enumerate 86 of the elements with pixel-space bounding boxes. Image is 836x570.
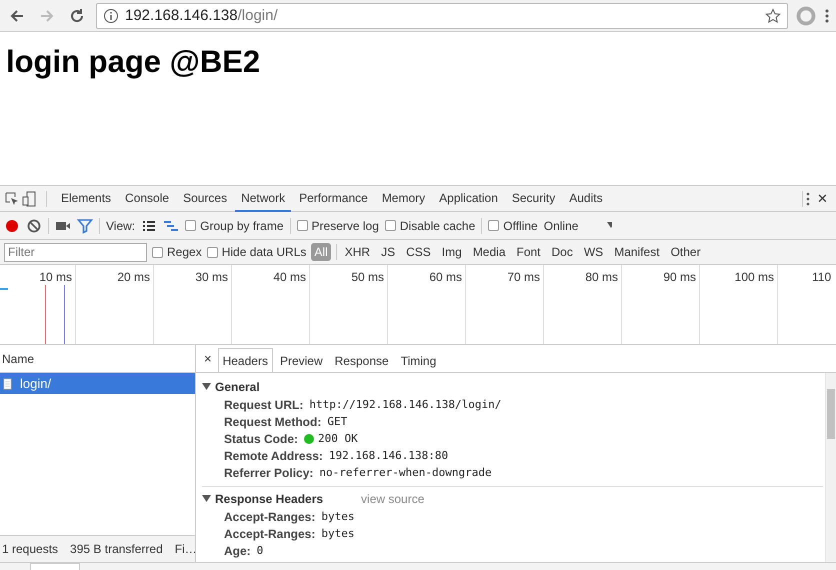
header-value: bytes: [321, 527, 354, 540]
timeline-tick: 70 ms: [507, 270, 540, 284]
detail-tab[interactable]: Response: [330, 348, 394, 372]
header-name: Request URL:: [224, 398, 304, 412]
header-name: Remote Address:: [224, 448, 323, 462]
reload-icon: [69, 8, 85, 24]
caret-icon: [202, 382, 211, 391]
timeline-tick: 110: [812, 270, 832, 284]
view-source-link[interactable]: view source: [361, 492, 424, 506]
header-name: Referrer Policy:: [224, 466, 314, 480]
panel-tab[interactable]: Security: [506, 186, 562, 212]
panel-tab[interactable]: Application: [433, 186, 504, 212]
timeline-tick: 30 ms: [195, 270, 228, 284]
checkbox[interactable]: Regex: [152, 245, 202, 259]
timeline-tick: 20 ms: [117, 270, 150, 284]
type-filter[interactable]: WS: [580, 243, 606, 261]
header-value: no-referrer-when-downgrade: [319, 466, 492, 479]
type-filter[interactable]: Font: [514, 243, 544, 261]
header-name: Age:: [224, 544, 251, 558]
panel-tab[interactable]: Performance: [293, 186, 374, 212]
timeline-tick: 50 ms: [351, 270, 384, 284]
view-label: View:: [106, 218, 136, 232]
type-filter[interactable]: Doc: [548, 243, 576, 261]
timeline-tick: 60 ms: [429, 270, 462, 284]
checkbox[interactable]: Hide data URLs: [206, 245, 306, 259]
type-filter[interactable]: CSS: [403, 243, 434, 261]
panel-tab[interactable]: Sources: [177, 186, 234, 212]
clear-icon[interactable]: [26, 218, 42, 234]
type-filter[interactable]: Img: [438, 243, 465, 261]
header-value: 192.168.146.138:80: [328, 449, 448, 462]
type-filter[interactable]: JS: [378, 243, 398, 261]
checkbox[interactable]: Group by frame: [185, 218, 284, 232]
detail-tab[interactable]: Preview: [274, 348, 328, 372]
timeline-tick: 100 ms: [734, 270, 774, 284]
header-name: Accept-Ranges:: [224, 510, 316, 524]
filter-field[interactable]: Filter: [4, 242, 147, 262]
page-heading: login page @BE2: [6, 44, 262, 80]
timeline-tick: 40 ms: [273, 270, 306, 284]
header-value: 0: [256, 544, 264, 557]
header-name: Status Code:: [224, 432, 298, 446]
throttle-dropdown[interactable]: Online: [544, 218, 578, 232]
section-header[interactable]: General: [202, 377, 823, 396]
header-value: GET: [327, 415, 348, 428]
close-button[interactable]: ×: [200, 351, 216, 366]
status-text: 1 requests: [2, 542, 58, 556]
header-value: http://192.168.146.138/login/: [309, 398, 502, 411]
close-button[interactable]: ✕: [813, 191, 832, 206]
caret-icon: [202, 494, 211, 503]
timeline-tick: 80 ms: [585, 270, 618, 284]
record-icon[interactable]: [4, 218, 20, 234]
type-filter[interactable]: Media: [470, 243, 508, 261]
checkbox[interactable]: Offline: [488, 218, 538, 232]
type-filter[interactable]: Manifest: [611, 243, 663, 261]
request-row[interactable]: login/: [0, 373, 195, 394]
load-marker: [45, 285, 46, 344]
menu-icon[interactable]: [824, 8, 830, 24]
column-header: Name: [2, 352, 34, 366]
filter-icon[interactable]: [77, 218, 93, 234]
timeline-tick: 90 ms: [663, 270, 696, 284]
panel-tab[interactable]: Elements: [55, 186, 118, 212]
header-name: Request Method:: [224, 414, 322, 428]
status-text: Fi…: [174, 542, 195, 556]
status-text: 395 B transferred: [70, 542, 163, 556]
forward-arrow-icon: [39, 8, 55, 24]
panel-tab[interactable]: Memory: [376, 186, 432, 212]
checkbox[interactable]: Preserve log: [296, 218, 379, 232]
detail-tab[interactable]: Timing: [396, 348, 442, 372]
header-name: Accept-Ranges:: [224, 526, 316, 540]
detail-tab[interactable]: Headers: [218, 348, 273, 372]
device-icon[interactable]: [22, 190, 38, 206]
timeline-tick: 10 ms: [39, 270, 72, 284]
type-filter[interactable]: XHR: [342, 243, 374, 261]
checkbox[interactable]: Disable cache: [384, 218, 476, 232]
header-value: 200 OK: [318, 432, 358, 445]
inspect-icon[interactable]: [4, 190, 20, 206]
star-icon[interactable]: [765, 8, 781, 24]
dom-content-marker: [64, 285, 65, 344]
more-icon[interactable]: [805, 190, 811, 206]
type-filter[interactable]: Other: [668, 243, 704, 261]
info-icon: [103, 8, 119, 24]
header-value: bytes: [321, 510, 354, 523]
address-bar[interactable]: 192.168.146.138/login/: [96, 2, 788, 28]
back-arrow-icon: [9, 8, 25, 24]
panel-tab[interactable]: Audits: [563, 186, 609, 212]
panel-tab[interactable]: Console: [119, 186, 176, 212]
section-header[interactable]: Response Headers view source: [202, 489, 823, 508]
